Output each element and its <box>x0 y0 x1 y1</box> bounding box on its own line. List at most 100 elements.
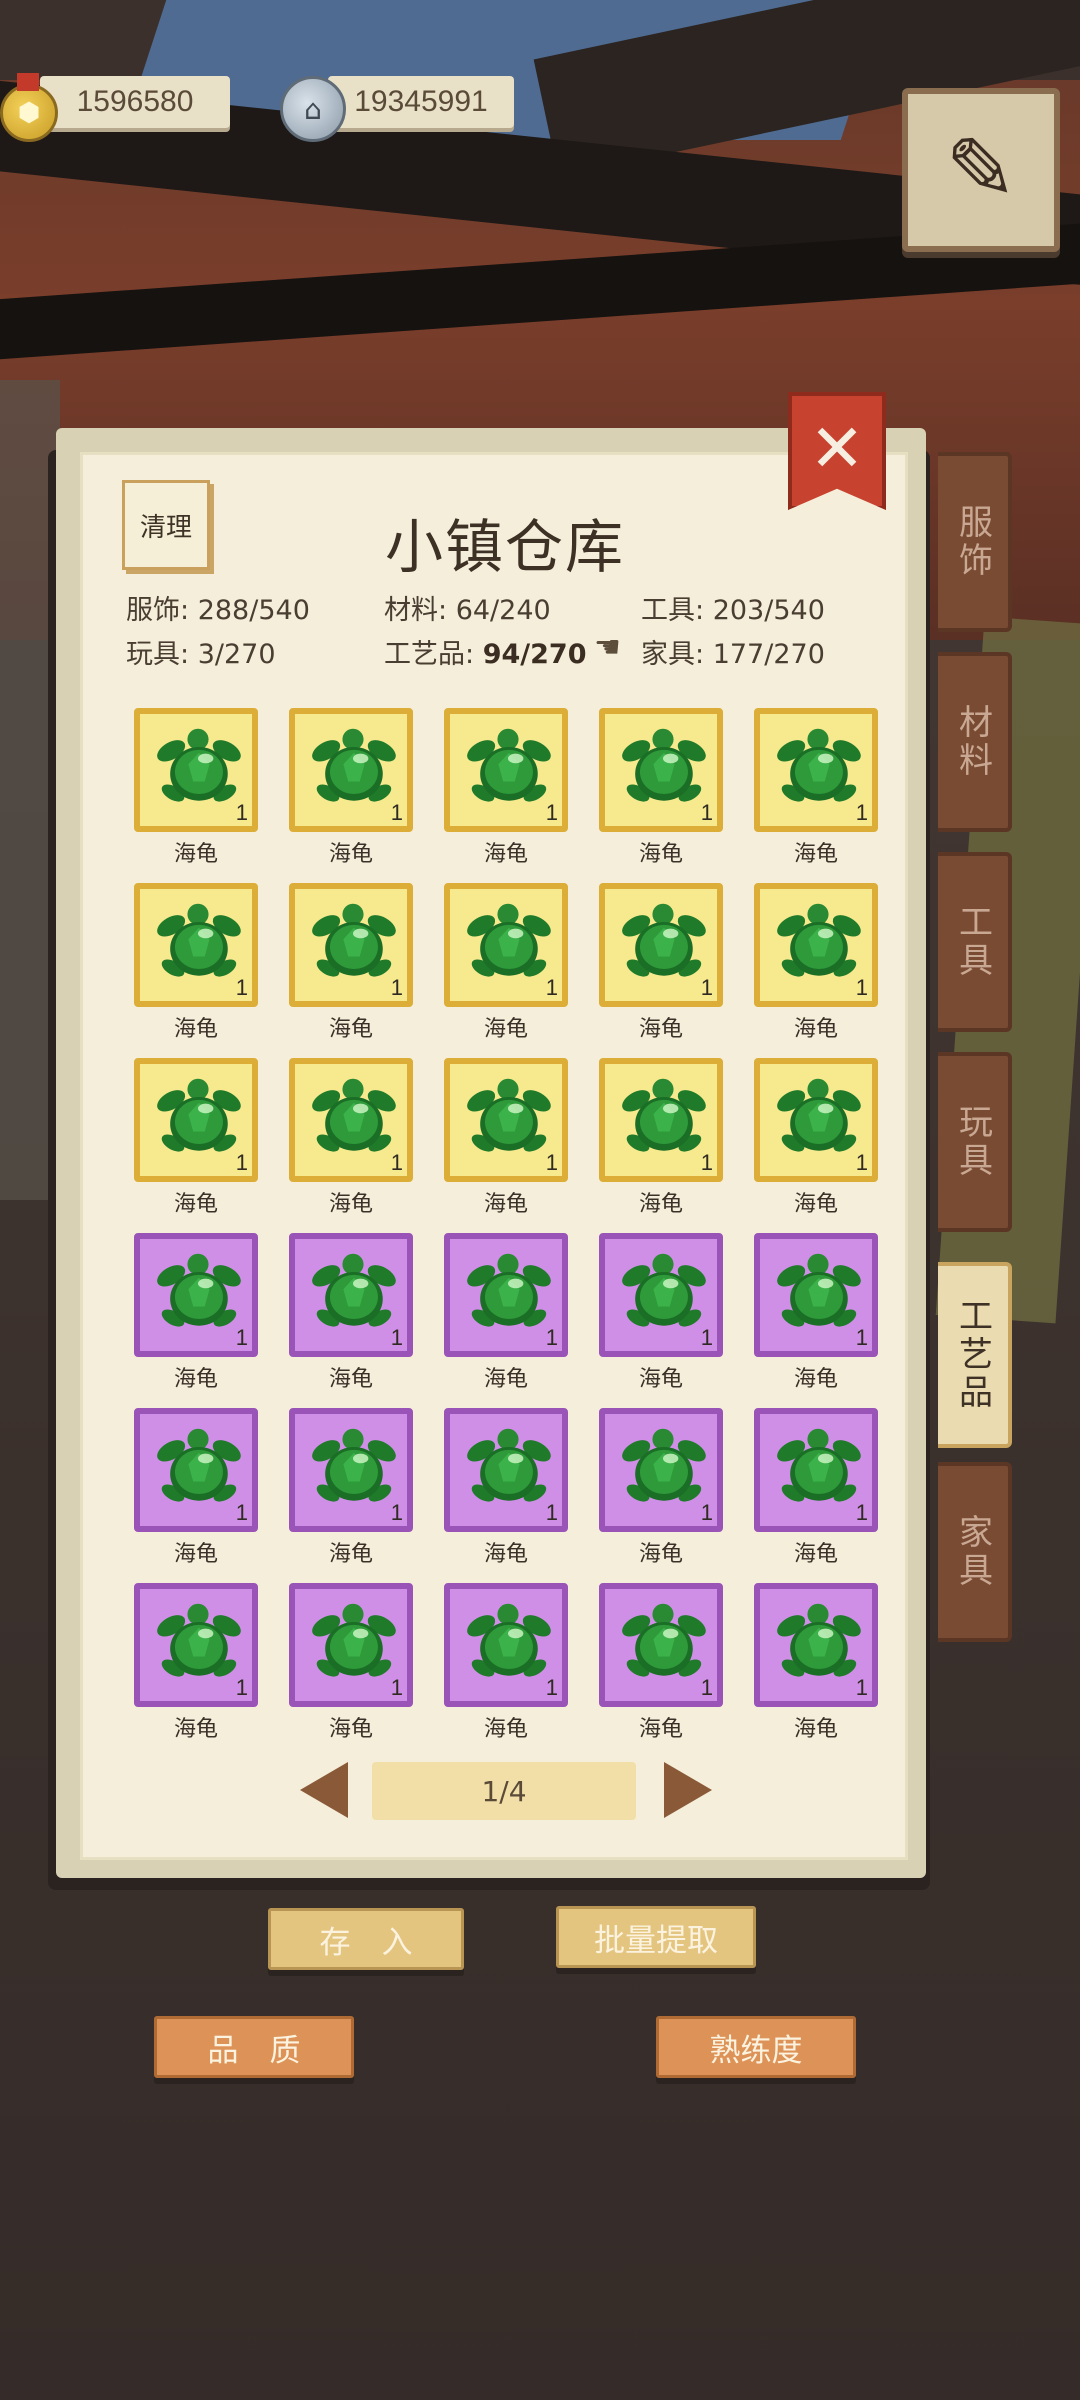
item-count: 1 <box>700 1675 713 1700</box>
silver-currency: 19345991 <box>328 72 514 132</box>
sea-turtle-icon <box>777 1253 861 1327</box>
item-name: 海龟 <box>483 1367 528 1392</box>
item-tile[interactable]: 1 <box>754 1058 878 1182</box>
batch-extract-button[interactable]: 批量提取 <box>556 1906 756 1968</box>
item-name: 海龟 <box>793 842 838 867</box>
item-name: 海龟 <box>483 842 528 867</box>
item-tile[interactable]: 1 <box>599 1583 723 1707</box>
item-name: 海龟 <box>793 1017 838 1042</box>
item-name: 海龟 <box>793 1192 838 1217</box>
item-tile[interactable]: 1 <box>289 883 413 1007</box>
sea-turtle-icon <box>777 1603 861 1677</box>
item-tile[interactable]: 1 <box>134 1058 258 1182</box>
item-tile[interactable]: 1 <box>134 1408 258 1532</box>
item-tile[interactable]: 1 <box>134 1583 258 1707</box>
next-page-button[interactable] <box>664 1762 712 1818</box>
tab-toys[interactable]: 玩具 <box>938 1052 1012 1232</box>
item-count: 1 <box>700 800 713 825</box>
item-slot[interactable]: 1 海龟 <box>289 1408 413 1567</box>
tab-materials[interactable]: 材料 <box>938 652 1012 832</box>
item-slot[interactable]: 1 海龟 <box>599 1233 723 1392</box>
sea-turtle-icon <box>467 1428 551 1502</box>
item-slot[interactable]: 1 海龟 <box>134 1058 258 1217</box>
item-tile[interactable]: 1 <box>289 1408 413 1532</box>
tab-crafts[interactable]: 工艺品 <box>938 1262 1012 1448</box>
item-tile[interactable]: 1 <box>289 1058 413 1182</box>
item-slot[interactable]: 1 海龟 <box>599 1408 723 1567</box>
item-tile[interactable]: 1 <box>599 708 723 832</box>
item-slot[interactable]: 1 海龟 <box>289 708 413 867</box>
item-count: 1 <box>390 1325 403 1350</box>
item-tile[interactable]: 1 <box>444 708 568 832</box>
item-count: 1 <box>545 800 558 825</box>
item-slot[interactable]: 1 海龟 <box>754 1058 878 1217</box>
item-tile[interactable]: 1 <box>444 1583 568 1707</box>
item-tile[interactable]: 1 <box>289 1233 413 1357</box>
item-slot[interactable]: 1 海龟 <box>289 1233 413 1392</box>
item-slot[interactable]: 1 海龟 <box>599 1583 723 1742</box>
item-tile[interactable]: 1 <box>444 1408 568 1532</box>
item-slot[interactable]: 1 海龟 <box>134 1583 258 1742</box>
item-count: 1 <box>390 1500 403 1525</box>
item-tile[interactable]: 1 <box>599 883 723 1007</box>
sea-turtle-icon <box>312 728 396 802</box>
item-slot[interactable]: 1 海龟 <box>134 708 258 867</box>
quality-sort-button[interactable]: 品 质 <box>154 2016 354 2078</box>
item-count: 1 <box>700 1150 713 1175</box>
item-slot[interactable]: 1 海龟 <box>754 1583 878 1742</box>
item-count: 1 <box>855 1675 868 1700</box>
item-count: 1 <box>855 1325 868 1350</box>
sea-turtle-icon <box>157 1253 241 1327</box>
item-tile[interactable]: 1 <box>754 883 878 1007</box>
tab-furniture[interactable]: 家具 <box>938 1462 1012 1642</box>
item-slot[interactable]: 1 海龟 <box>289 1058 413 1217</box>
item-count: 1 <box>545 1675 558 1700</box>
item-slot[interactable]: 1 海龟 <box>599 1058 723 1217</box>
item-tile[interactable]: 1 <box>289 1583 413 1707</box>
item-slot[interactable]: 1 海龟 <box>134 1233 258 1392</box>
item-slot[interactable]: 1 海龟 <box>444 1408 568 1567</box>
stat-materials: 材料: 64/240 <box>384 595 551 626</box>
sea-turtle-icon <box>467 1603 551 1677</box>
item-tile[interactable]: 1 <box>754 1583 878 1707</box>
item-slot[interactable]: 1 海龟 <box>754 708 878 867</box>
item-tile[interactable]: 1 <box>444 1058 568 1182</box>
item-slot[interactable]: 1 海龟 <box>134 1408 258 1567</box>
item-slot[interactable]: 1 海龟 <box>599 883 723 1042</box>
stat-furniture: 家具: 177/270 <box>641 639 825 670</box>
item-tile[interactable]: 1 <box>134 883 258 1007</box>
item-tile[interactable]: 1 <box>444 883 568 1007</box>
item-tile[interactable]: 1 <box>289 708 413 832</box>
item-tile[interactable]: 1 <box>134 1233 258 1357</box>
item-slot[interactable]: 1 海龟 <box>754 883 878 1042</box>
item-tile[interactable]: 1 <box>444 1233 568 1357</box>
item-slot[interactable]: 1 海龟 <box>444 883 568 1042</box>
tab-clothing[interactable]: 服饰 <box>938 452 1012 632</box>
item-tile[interactable]: 1 <box>754 1233 878 1357</box>
item-count: 1 <box>390 975 403 1000</box>
journal-button[interactable]: ✎ <box>902 88 1060 252</box>
item-slot[interactable]: 1 海龟 <box>444 1583 568 1742</box>
item-name: 海龟 <box>328 1542 373 1567</box>
item-slot[interactable]: 1 海龟 <box>599 708 723 867</box>
item-tile[interactable]: 1 <box>599 1058 723 1182</box>
prev-page-button[interactable] <box>300 1762 348 1818</box>
deposit-button[interactable]: 存 入 <box>268 1908 464 1970</box>
tab-tools[interactable]: 工具 <box>938 852 1012 1032</box>
item-tile[interactable]: 1 <box>599 1408 723 1532</box>
item-tile[interactable]: 1 <box>754 1408 878 1532</box>
item-name: 海龟 <box>173 1367 218 1392</box>
proficiency-sort-button[interactable]: 熟练度 <box>656 2016 856 2078</box>
item-tile[interactable]: 1 <box>754 708 878 832</box>
item-tile[interactable]: 1 <box>134 708 258 832</box>
item-tile[interactable]: 1 <box>599 1233 723 1357</box>
item-slot[interactable]: 1 海龟 <box>754 1233 878 1392</box>
item-slot[interactable]: 1 海龟 <box>444 1058 568 1217</box>
sea-turtle-icon <box>467 1078 551 1152</box>
item-slot[interactable]: 1 海龟 <box>134 883 258 1042</box>
item-slot[interactable]: 1 海龟 <box>444 708 568 867</box>
item-slot[interactable]: 1 海龟 <box>289 1583 413 1742</box>
item-slot[interactable]: 1 海龟 <box>444 1233 568 1392</box>
item-slot[interactable]: 1 海龟 <box>289 883 413 1042</box>
item-slot[interactable]: 1 海龟 <box>754 1408 878 1567</box>
